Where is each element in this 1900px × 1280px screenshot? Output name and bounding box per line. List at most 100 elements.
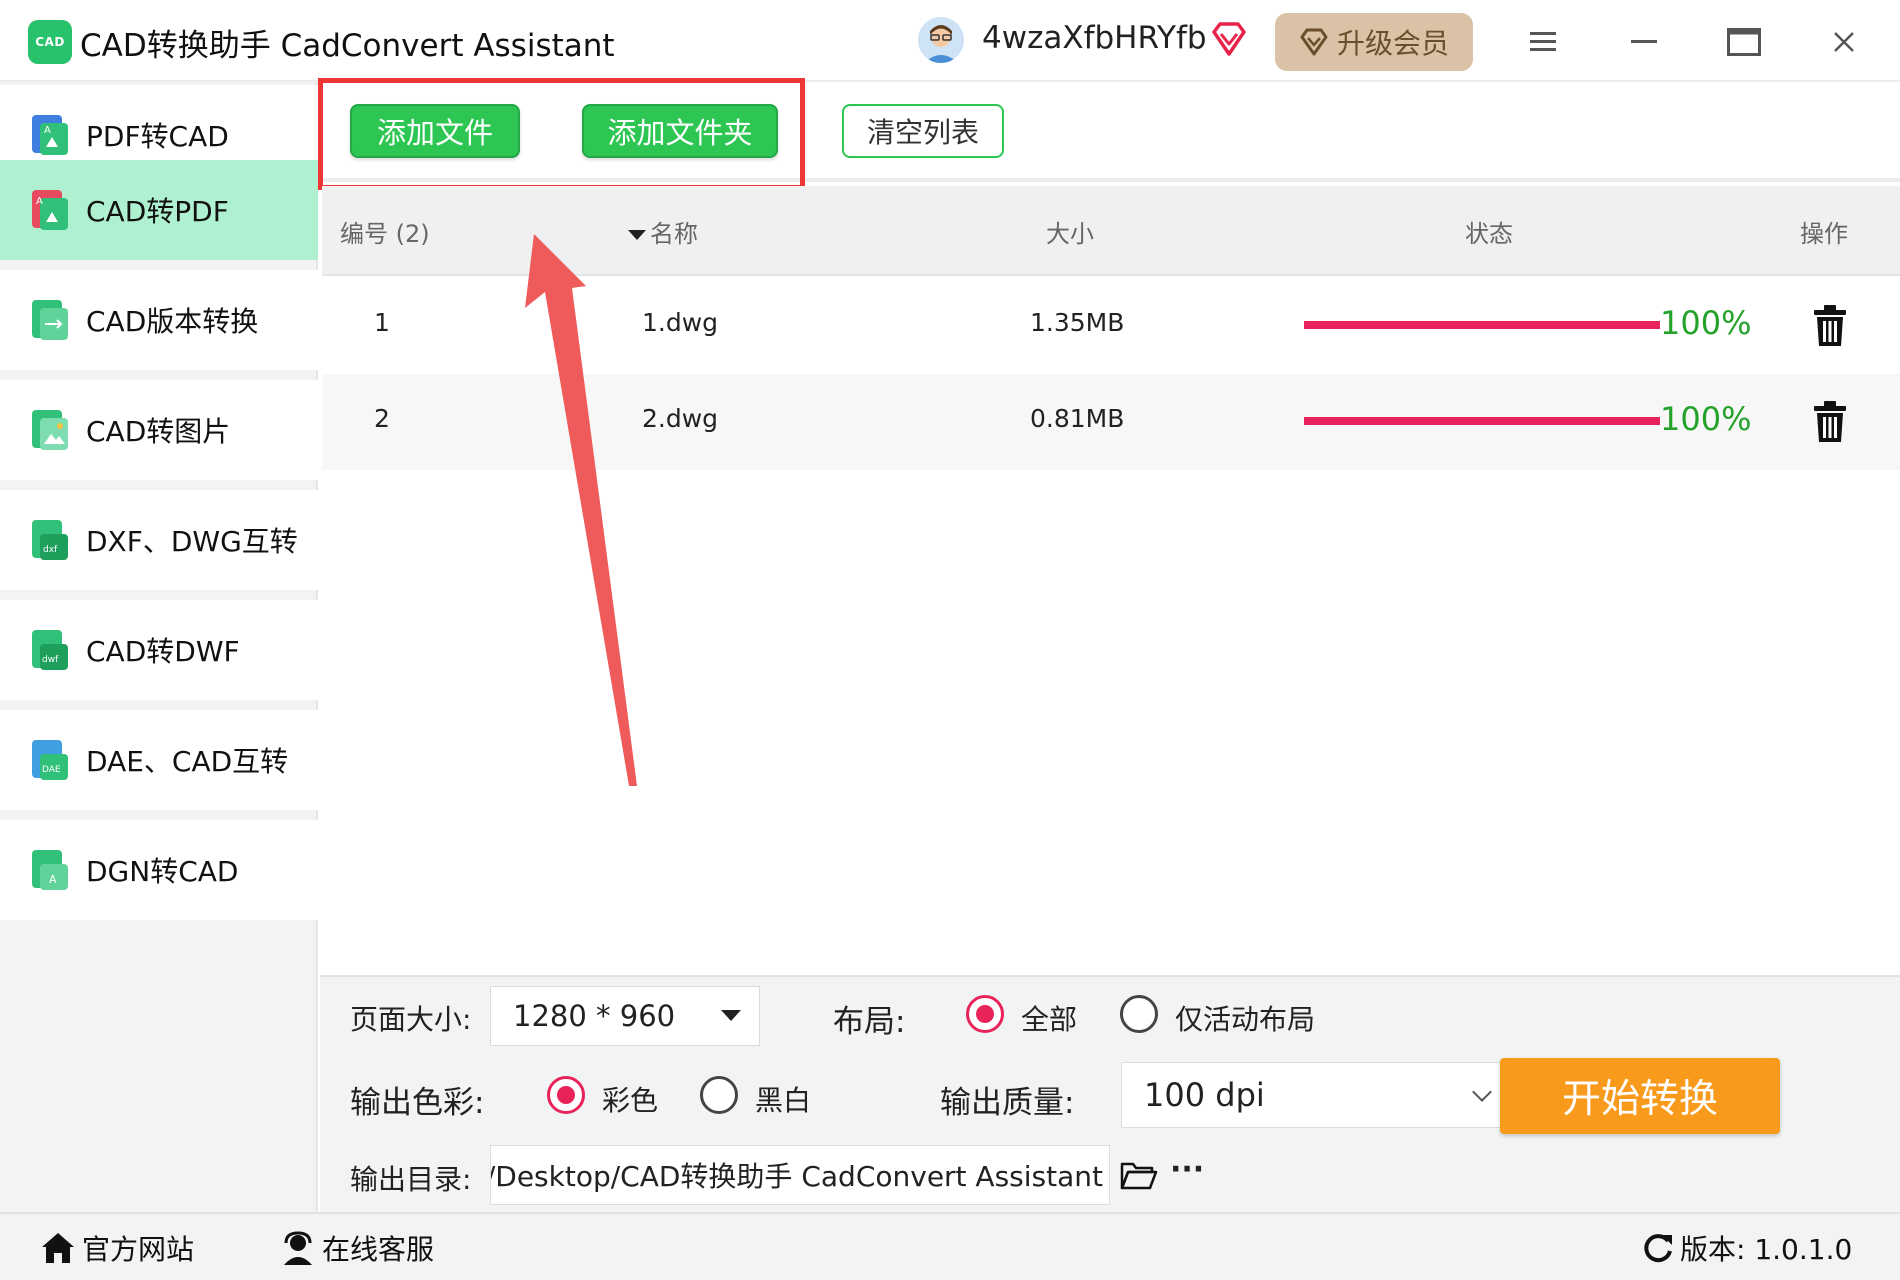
sidebar-item-label: DXF、DWG互转 xyxy=(86,525,298,558)
more-options-button[interactable]: ··· xyxy=(1170,1152,1204,1187)
file-table-header: 编号 (2) 名称 大小 状态 操作 xyxy=(322,186,1900,276)
sidebar-item-cad-to-pdf[interactable]: A CAD转PDF xyxy=(0,160,318,260)
sidebar-item-cad-version[interactable]: CAD版本转换 xyxy=(0,270,318,370)
username: 4wzaXfbHRYfb xyxy=(982,20,1207,56)
page-size-label: 页面大小: xyxy=(350,1003,472,1036)
user-avatar[interactable] xyxy=(918,17,964,63)
vip-diamond-icon xyxy=(1210,20,1248,58)
add-folder-button[interactable]: 添加文件夹 xyxy=(582,104,778,158)
svg-text:dxf: dxf xyxy=(43,545,58,555)
output-dir-field[interactable]: /Desktop/CAD转换助手 CadConvert Assistant xyxy=(490,1145,1110,1205)
official-website-label: 官方网站 xyxy=(82,1233,195,1266)
output-dir-value: /Desktop/CAD转换助手 CadConvert Assistant xyxy=(490,1160,1103,1193)
cad-version-icon xyxy=(32,300,68,340)
column-header-size[interactable]: 大小 xyxy=(1046,214,1094,249)
color-bw-label[interactable]: 黑白 xyxy=(755,1079,811,1119)
delete-row-icon[interactable] xyxy=(1810,304,1850,348)
row-file-name: 2.dwg xyxy=(642,404,719,433)
sidebar-item-label: PDF转CAD xyxy=(86,120,229,153)
row-progress-percent: 100% xyxy=(1660,304,1752,342)
row-file-size: 0.81MB xyxy=(1030,404,1125,433)
sidebar-item-label: CAD转PDF xyxy=(86,195,229,228)
sidebar-item-label: DAE、CAD互转 xyxy=(86,745,289,778)
delete-row-icon[interactable] xyxy=(1810,400,1850,444)
column-header-number[interactable]: 编号 (2) xyxy=(340,214,430,249)
table-row[interactable]: 2 2.dwg 0.81MB 100% xyxy=(322,374,1900,470)
file-toolbar: 添加文件 添加文件夹 清空列表 xyxy=(320,82,1900,182)
row-file-size: 1.35MB xyxy=(1030,308,1125,337)
minimize-icon[interactable] xyxy=(1624,22,1664,62)
row-number: 2 xyxy=(374,404,390,433)
color-bw-radio[interactable] xyxy=(700,1076,738,1114)
cad-to-image-icon xyxy=(32,410,68,450)
folder-open-icon[interactable] xyxy=(1120,1160,1158,1192)
output-color-label: 输出色彩: xyxy=(350,1085,485,1121)
online-support-link[interactable]: 在线客服 xyxy=(280,1228,434,1268)
column-header-action: 操作 xyxy=(1800,220,1848,248)
output-dir-label: 输出目录: xyxy=(350,1163,472,1196)
row-progress-bar xyxy=(1304,417,1660,425)
sidebar-item-cad-to-image[interactable]: CAD转图片 xyxy=(0,380,318,480)
layout-all-label[interactable]: 全部 xyxy=(1021,998,1077,1038)
sidebar-item-label: CAD版本转换 xyxy=(86,305,259,338)
column-header-name-label: 名称 xyxy=(650,220,698,248)
official-website-link[interactable]: 官方网站 xyxy=(40,1228,194,1268)
menu-icon[interactable] xyxy=(1524,22,1564,62)
online-support-label: 在线客服 xyxy=(322,1233,435,1266)
output-quality-value: 100 dpi xyxy=(1144,1076,1265,1114)
row-file-name: 1.dwg xyxy=(642,308,719,337)
cad-to-dwf-icon: dwf xyxy=(32,630,68,670)
page-size-value: 1280 * 960 xyxy=(513,999,676,1033)
color-full-label[interactable]: 彩色 xyxy=(602,1079,658,1119)
refresh-icon xyxy=(1644,1234,1672,1263)
dgn-to-cad-icon: A xyxy=(32,850,68,890)
sidebar-item-cad-to-dwf[interactable]: dwf CAD转DWF xyxy=(0,600,318,700)
sort-desc-icon xyxy=(628,230,646,240)
add-file-button[interactable]: 添加文件 xyxy=(350,104,520,158)
sidebar-item-label: CAD转图片 xyxy=(86,415,231,448)
title-bar: CAD CAD转换助手 CadConvert Assistant 4wzaXfb… xyxy=(0,0,1900,82)
layout-all-radio[interactable] xyxy=(966,995,1004,1033)
column-header-name[interactable]: 名称 xyxy=(628,214,698,249)
sidebar-item-dae-cad[interactable]: DAE DAE、CAD互转 xyxy=(0,710,318,810)
chevron-down-icon xyxy=(1472,1082,1492,1102)
svg-text:A: A xyxy=(36,196,43,207)
version-info: 版本: 1.0.1.0 xyxy=(1640,1228,1852,1268)
layout-active-only-label[interactable]: 仅活动布局 xyxy=(1175,998,1315,1038)
upgrade-label: 升级会员 xyxy=(1336,27,1449,60)
version-text: 版本: 1.0.1.0 xyxy=(1680,1233,1853,1266)
maximize-icon[interactable] xyxy=(1724,22,1764,62)
clear-list-button[interactable]: 清空列表 xyxy=(842,104,1004,158)
pdf-to-cad-icon: A xyxy=(32,115,68,155)
sidebar-item-label: DGN转CAD xyxy=(86,855,239,888)
diamond-icon xyxy=(1300,28,1328,56)
layout-label: 布局: xyxy=(833,1004,906,1040)
upgrade-vip-button[interactable]: 升级会员 xyxy=(1275,13,1473,71)
page-size-select[interactable]: 1280 * 960 xyxy=(490,986,760,1046)
sidebar-item-label: CAD转DWF xyxy=(86,635,240,668)
footer-bar: 官方网站 在线客服 版本: 1.0.1.0 xyxy=(0,1212,1900,1280)
sidebar: A PDF转CAD A CAD转PDF CAD版本转换 CAD转图片 dxf D… xyxy=(0,82,318,1212)
dae-cad-icon: DAE xyxy=(32,740,68,780)
svg-text:dwf: dwf xyxy=(42,655,59,665)
app-logo: CAD xyxy=(28,20,72,64)
row-number: 1 xyxy=(374,308,390,337)
home-icon xyxy=(42,1233,74,1263)
table-row[interactable]: 1 1.dwg 1.35MB 100% xyxy=(322,278,1900,374)
sidebar-item-dxf-dwg[interactable]: dxf DXF、DWG互转 xyxy=(0,490,318,590)
svg-text:A: A xyxy=(49,873,57,886)
dxf-dwg-icon: dxf xyxy=(32,520,68,560)
column-header-status[interactable]: 状态 xyxy=(1465,214,1513,249)
row-progress-bar xyxy=(1304,321,1660,329)
sidebar-item-dgn-to-cad[interactable]: A DGN转CAD xyxy=(0,820,318,920)
svg-text:DAE: DAE xyxy=(42,765,61,775)
color-full-radio[interactable] xyxy=(547,1076,585,1114)
cad-to-pdf-icon: A xyxy=(32,190,68,230)
start-convert-button[interactable]: 开始转换 xyxy=(1500,1058,1780,1134)
svg-text:A: A xyxy=(44,125,51,136)
output-quality-select[interactable]: 100 dpi xyxy=(1121,1062,1506,1128)
close-icon[interactable] xyxy=(1824,22,1864,62)
support-agent-icon xyxy=(284,1231,312,1265)
output-quality-label: 输出质量: xyxy=(940,1085,1075,1121)
layout-active-only-radio[interactable] xyxy=(1120,995,1158,1033)
